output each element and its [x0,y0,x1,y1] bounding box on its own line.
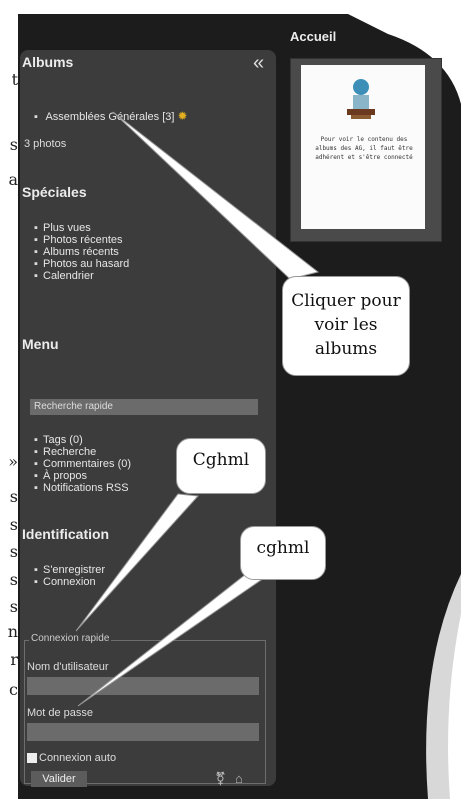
gallery-screenshot: Accueil Pour voir le contenu des albums … [18,14,461,799]
edge-letter: s [9,570,18,589]
callout-line: Cliquer pour [291,291,401,311]
edge-letter: s [9,135,18,154]
username-callout: Cghml [176,438,266,494]
edge-letter: c [9,680,18,699]
edge-letter: s [9,487,18,506]
callout-tails [75,111,320,707]
edge-letter: s [9,515,18,534]
edge-letter: n [7,622,18,641]
albums-callout: Cliquer pour voir les albums [282,276,410,376]
edge-letter: s [9,542,18,561]
edge-letter: s [9,597,18,616]
password-callout: cghml [240,526,326,580]
callout-tail-username [75,493,200,632]
callout-line: voir les [314,315,378,335]
edge-letter: a [8,170,18,189]
edge-letter: » [8,452,18,471]
callout-tail-albums [112,111,320,280]
callout-line: albums [314,339,378,359]
edge-letter: t [11,70,18,89]
edge-letter: r [10,650,18,669]
